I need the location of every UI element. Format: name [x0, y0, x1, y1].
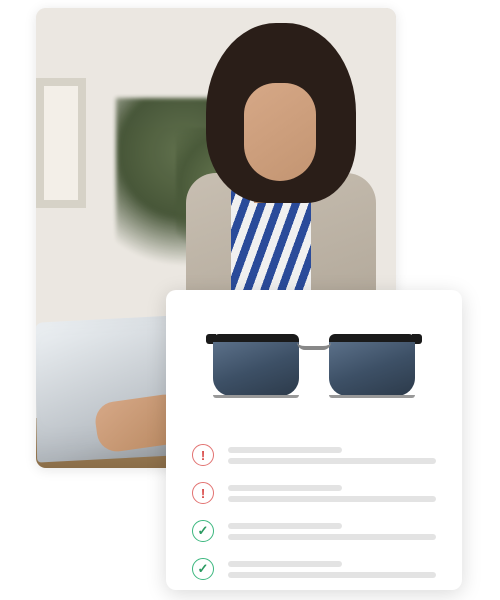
alert-icon: ! — [192, 482, 214, 504]
list-item: ✓ — [192, 550, 436, 588]
placeholder-text — [228, 523, 436, 540]
placeholder-text — [228, 485, 436, 502]
product-image — [192, 314, 436, 414]
list-item: ! — [192, 436, 436, 474]
placeholder-text — [228, 447, 436, 464]
check-icon: ✓ — [192, 558, 214, 580]
product-check-card: ! ! ✓ ✓ — [166, 290, 462, 590]
photo-frame — [36, 78, 86, 208]
sunglasses-icon — [209, 324, 419, 404]
list-item: ! — [192, 474, 436, 512]
alert-icon: ! — [192, 444, 214, 466]
placeholder-text — [228, 561, 436, 578]
list-item: ✓ — [192, 512, 436, 550]
check-icon: ✓ — [192, 520, 214, 542]
